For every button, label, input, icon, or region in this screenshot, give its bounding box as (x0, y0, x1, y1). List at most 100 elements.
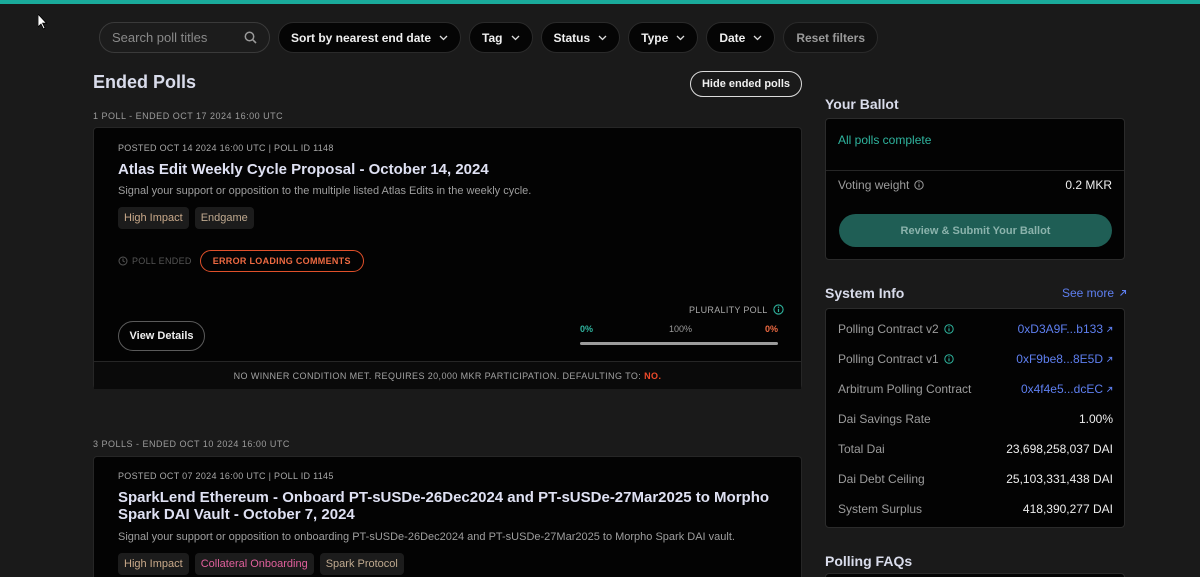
polling-faqs-panel (825, 573, 1125, 577)
poll-title-line-1: SparkLend Ethereum - Onboard PT-sUSDe-26… (118, 489, 770, 506)
info-icon[interactable] (944, 354, 954, 364)
info-icon[interactable] (914, 180, 925, 190)
poll-meta: POSTED OCT 14 2024 16:00 UTC | POLL ID 1… (118, 143, 334, 153)
tag-endgame[interactable]: Endgame (194, 207, 254, 229)
polling-contract-v1-link[interactable]: 0xF9be8...8E5D (1016, 352, 1113, 366)
mouse-cursor-icon (38, 14, 48, 30)
poll-type-label: PLURALITY POLL (689, 304, 784, 315)
chevron-down-icon (753, 35, 762, 40)
system-info-panel: Polling Contract v2 0xD3A9F...b133 Polli… (825, 308, 1125, 528)
tag-spark-protocol[interactable]: Spark Protocol (319, 553, 404, 575)
poll-description: Signal your support or opposition to onb… (118, 531, 735, 543)
poll-title[interactable]: SparkLend Ethereum - Onboard PT-sUSDe-26… (118, 489, 769, 523)
info-row: Dai Savings Rate 1.00% (838, 412, 1113, 426)
external-link-icon (1106, 386, 1113, 392)
voting-weight-label: Voting weight (838, 178, 925, 192)
poll-title[interactable]: Atlas Edit Weekly Cycle Proposal - Octob… (118, 161, 489, 178)
search-input[interactable] (112, 30, 232, 45)
footer-default-outcome: NO. (644, 370, 662, 381)
error-loading-comments-badge[interactable]: ERROR LOADING COMMENTS (199, 250, 364, 272)
search-box[interactable] (99, 22, 270, 53)
status-label: Status (553, 30, 591, 45)
poll-tags: High Impact Endgame (118, 207, 254, 229)
tag-high-impact[interactable]: High Impact (118, 207, 189, 229)
info-row: System Surplus 418,390,277 DAI (838, 502, 1113, 516)
poll-card: POSTED OCT 14 2024 16:00 UTC | POLL ID 1… (93, 127, 802, 389)
info-key-text: Polling Contract v2 (838, 322, 939, 336)
info-key: Polling Contract v2 (838, 322, 954, 336)
ballot-panel: All polls complete Voting weight 0.2 MKR… (825, 118, 1125, 260)
sort-label: Sort by nearest end date (291, 30, 432, 45)
info-row: Polling Contract v2 0xD3A9F...b133 (838, 322, 1113, 336)
search-icon[interactable] (244, 31, 257, 44)
info-key: Dai Debt Ceiling (838, 472, 925, 486)
clock-icon (118, 256, 128, 266)
chevron-down-icon (439, 35, 448, 40)
ballot-title: Your Ballot (825, 96, 899, 112)
info-icon[interactable] (772, 304, 784, 315)
result-mid-value: 100% (669, 324, 693, 334)
result-right-value: 0% (764, 324, 778, 334)
info-value: 23,698,258,037 DAI (1006, 442, 1113, 456)
poll-group-label: 3 POLLS - ENDED OCT 10 2024 16:00 UTC (93, 439, 290, 449)
hide-ended-polls-button[interactable]: Hide ended polls (690, 71, 802, 97)
date-dropdown[interactable]: Date (706, 22, 776, 53)
poll-title-line-2: Spark DAI Vault - October 7, 2024 (118, 506, 355, 523)
sort-dropdown[interactable]: Sort by nearest end date (278, 22, 462, 53)
participation-progress-bar (580, 342, 778, 345)
result-left-value: 0% (580, 324, 594, 334)
info-key: Polling Contract v1 (838, 352, 954, 366)
poll-type-text: PLURALITY POLL (689, 304, 768, 315)
tag-dropdown[interactable]: Tag (469, 22, 533, 53)
info-value: 25,103,331,438 DAI (1006, 472, 1113, 486)
info-icon[interactable] (944, 324, 954, 334)
poll-status-row: POLL ENDED ERROR LOADING COMMENTS (118, 250, 364, 272)
info-value: 1.00% (1078, 412, 1113, 426)
footer-note-text: NO WINNER CONDITION MET. REQUIRES 20,000… (233, 370, 642, 381)
polling-faqs-title: Polling FAQs (825, 553, 913, 569)
poll-meta: POSTED OCT 07 2024 16:00 UTC | POLL ID 1… (118, 471, 334, 481)
divider (826, 170, 1124, 171)
chevron-down-icon (598, 35, 607, 40)
info-row: Dai Debt Ceiling 25,103,331,438 DAI (838, 472, 1113, 486)
external-link-icon (1106, 326, 1113, 332)
info-row: Arbitrum Polling Contract 0x4f4e5...dcEC (838, 382, 1113, 396)
chevron-down-icon (676, 35, 685, 40)
top-accent-bar (0, 0, 1200, 4)
voting-weight-value: 0.2 MKR (1065, 178, 1112, 192)
status-dropdown[interactable]: Status (540, 22, 621, 53)
reset-filters-button[interactable]: Reset filters (783, 22, 879, 53)
tag-collateral-onboarding[interactable]: Collateral Onboarding (194, 553, 314, 575)
type-dropdown[interactable]: Type (628, 22, 699, 53)
type-label: Type (641, 30, 669, 45)
page-title: Ended Polls (93, 72, 197, 92)
voting-weight-text: Voting weight (838, 178, 910, 192)
poll-description: Signal your support or opposition to the… (118, 185, 532, 197)
tag-high-impact[interactable]: High Impact (118, 553, 189, 575)
poll-footer-note: NO WINNER CONDITION MET. REQUIRES 20,000… (94, 361, 801, 389)
date-label: Date (719, 30, 746, 45)
poll-group-label: 1 POLL - ENDED OCT 17 2024 16:00 UTC (93, 111, 284, 121)
external-link-icon (1106, 356, 1113, 362)
info-key-text: Polling Contract v1 (838, 352, 939, 366)
info-key: Total Dai (838, 442, 885, 456)
review-submit-ballot-button[interactable]: Review & Submit Your Ballot (839, 214, 1112, 247)
info-key: Dai Savings Rate (838, 412, 931, 426)
ballot-status: All polls complete (838, 133, 932, 147)
see-more-label: See more (1062, 286, 1115, 300)
filter-bar: Sort by nearest end date Tag Status Type… (99, 22, 879, 53)
system-info-title: System Info (825, 285, 905, 301)
chevron-down-icon (511, 35, 519, 40)
tag-label: Tag (482, 30, 503, 45)
info-row: Polling Contract v1 0xF9be8...8E5D (838, 352, 1113, 366)
info-row: Total Dai 23,698,258,037 DAI (838, 442, 1113, 456)
poll-ended-label: POLL ENDED (132, 256, 192, 266)
arbitrum-polling-contract-link[interactable]: 0x4f4e5...dcEC (1021, 382, 1113, 396)
poll-card: POSTED OCT 07 2024 16:00 UTC | POLL ID 1… (93, 456, 802, 577)
info-value: 0xF9be8...8E5D (1016, 352, 1103, 366)
see-more-link[interactable]: See more (1062, 286, 1127, 300)
view-details-button[interactable]: View Details (118, 321, 205, 351)
polling-contract-v2-link[interactable]: 0xD3A9F...b133 (1018, 322, 1113, 336)
info-value: 418,390,277 DAI (1022, 502, 1113, 516)
poll-ended-status: POLL ENDED (118, 256, 192, 266)
